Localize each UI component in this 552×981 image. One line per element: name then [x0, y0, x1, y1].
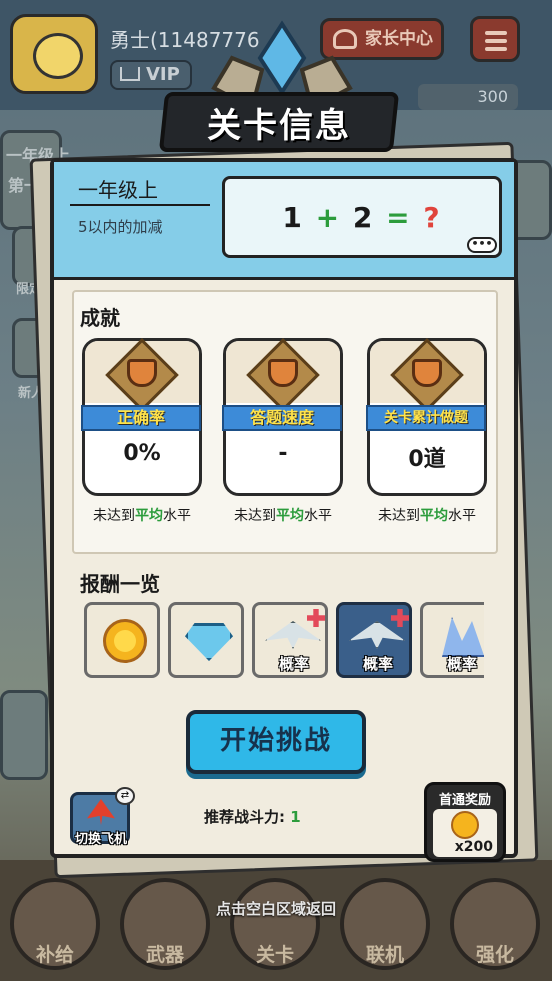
coin-icon: [451, 811, 479, 839]
reward-label: 概率: [447, 655, 478, 673]
recommended-power: 推荐战斗力: 1: [204, 806, 301, 827]
rewards-title: 报酬一览: [80, 572, 160, 596]
grade-title: 一年级上: [78, 178, 158, 202]
plane-icon: [265, 621, 321, 649]
reward-crystal-chance[interactable]: 概率: [420, 602, 484, 678]
more-examples-button[interactable]: •••: [467, 237, 497, 253]
nav-online-label: 联机: [365, 944, 404, 966]
question-mark: ?: [423, 201, 442, 234]
operator: +: [315, 201, 342, 234]
first-clear-reward[interactable]: 首通奖励 x200: [424, 782, 506, 862]
reward-coin[interactable]: [84, 602, 160, 678]
achievement-name: 关卡累计做题: [366, 405, 486, 431]
achievement-card-accuracy: 正确率 0%: [81, 338, 202, 496]
equals-sign: =: [386, 201, 412, 234]
player-avatar[interactable]: [10, 14, 98, 94]
skull-trophy-icon: [412, 359, 442, 387]
nav-supply-label: 补给: [35, 944, 74, 966]
plane-icon: [87, 799, 115, 825]
nav-upgrade-label: 强化: [475, 944, 514, 966]
switch-plane-label[interactable]: 切换飞机: [66, 828, 136, 847]
achievement-name: 正确率: [81, 405, 201, 431]
side-card-lower[interactable]: [0, 690, 48, 780]
vip-label: VIP: [146, 64, 180, 85]
clock-trophy-icon: [268, 359, 298, 387]
dismiss-hint[interactable]: 点击空白区域返回: [0, 898, 552, 919]
dialog-title: 关卡信息: [207, 106, 351, 146]
achievement-value: 0道: [408, 447, 446, 472]
parent-center-label: 家长中心: [365, 29, 433, 49]
grade-divider: [70, 204, 210, 206]
swap-icon: ⇄: [115, 787, 135, 805]
crown-icon: [120, 67, 140, 81]
achievement-note: 未达到平均水平: [234, 508, 332, 524]
plus-icon: [307, 609, 325, 627]
reward-plane-chance-selected[interactable]: 概率: [336, 602, 412, 678]
nav-weapon-label: 武器: [145, 944, 184, 966]
achievement-name: 答题速度: [222, 405, 342, 431]
achievement-card-total: 关卡累计做题 0道: [366, 338, 487, 496]
reward-label: 概率: [279, 655, 310, 673]
plane-icon: [349, 621, 405, 649]
achievement-note: 未达到平均水平: [93, 508, 191, 524]
crystal-icon: [442, 617, 484, 657]
achievement-value: 0%: [123, 441, 161, 466]
power-label: 推荐战斗力:: [204, 808, 291, 826]
power-value: 1: [290, 808, 301, 826]
start-challenge-button[interactable]: 开始挑战: [186, 710, 366, 774]
first-clear-title: 首通奖励: [438, 793, 491, 808]
reward-diamond[interactable]: [168, 602, 244, 678]
reward-plane-chance[interactable]: 概率: [252, 602, 328, 678]
example-equation: 1 + 2 = ?: [225, 201, 499, 234]
rewards-list[interactable]: 概率 概率 概率: [84, 602, 484, 678]
vip-badge[interactable]: VIP: [110, 60, 192, 90]
reward-label: 概率: [363, 655, 394, 673]
menu-icon: [485, 31, 507, 35]
topic-subtitle: 5以内的加减: [78, 218, 163, 236]
nav-stage-label: 关卡: [255, 944, 294, 966]
check-trophy-icon: [127, 359, 157, 387]
achievements-title: 成就: [80, 306, 120, 330]
gem-counter: 300: [418, 84, 518, 110]
plus-icon: [391, 609, 409, 627]
diamond-icon: [185, 623, 233, 661]
first-clear-count: x200: [454, 839, 493, 855]
coin-icon: [103, 619, 147, 663]
achievement-note: 未达到平均水平: [378, 508, 476, 524]
achievement-value: -: [278, 441, 288, 466]
operand-b: 2: [352, 201, 375, 234]
operand-a: 1: [282, 201, 304, 234]
achievement-card-speed: 答题速度 -: [222, 338, 343, 496]
menu-button[interactable]: [470, 16, 520, 62]
example-question-box: 1 + 2 = ? •••: [222, 176, 502, 258]
